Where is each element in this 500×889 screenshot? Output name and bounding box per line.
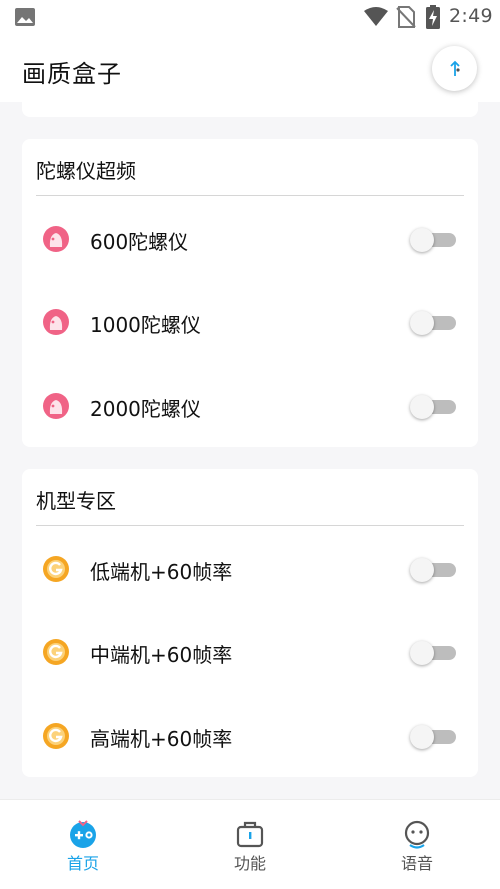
item-label: 2000陀螺仪 bbox=[90, 397, 201, 421]
item-label: 600陀螺仪 bbox=[90, 230, 189, 254]
battery-charging-icon bbox=[426, 5, 440, 33]
status-bar: 2:49 bbox=[0, 0, 500, 34]
orange-g-icon bbox=[42, 638, 70, 666]
toggle-switch[interactable] bbox=[410, 558, 456, 582]
item-label: 高端机+60帧率 bbox=[90, 727, 233, 751]
toggle-switch[interactable] bbox=[410, 228, 456, 252]
list-item: 1000陀螺仪 bbox=[22, 291, 478, 351]
nav-label: 功能 bbox=[233, 854, 266, 873]
toggle-thumb bbox=[410, 228, 434, 252]
orange-g-icon bbox=[42, 555, 70, 583]
list-item: 高端机+60帧率 bbox=[22, 705, 478, 765]
nav-functions[interactable]: 功能 bbox=[167, 800, 333, 889]
nav-label: 语音 bbox=[400, 854, 433, 873]
app-title: 画质盒子 bbox=[22, 60, 122, 88]
item-label: 中端机+60帧率 bbox=[90, 643, 233, 667]
toggle-switch[interactable] bbox=[410, 311, 456, 335]
item-label: 1000陀螺仪 bbox=[90, 313, 201, 337]
toggle-thumb bbox=[410, 725, 434, 749]
list-item: 2000陀螺仪 bbox=[22, 375, 478, 435]
section-title: 陀螺仪超频 bbox=[36, 159, 136, 183]
toggle-switch[interactable] bbox=[410, 641, 456, 665]
list-item: 600陀螺仪 bbox=[22, 208, 478, 268]
wifi-icon bbox=[364, 7, 388, 31]
toggle-thumb bbox=[410, 641, 434, 665]
toggle-thumb bbox=[410, 311, 434, 335]
toggle-switch[interactable] bbox=[410, 725, 456, 749]
section-title: 机型专区 bbox=[36, 489, 116, 513]
divider bbox=[36, 525, 464, 526]
list-item: 中端机+60帧率 bbox=[22, 621, 478, 681]
status-time: 2:49 bbox=[449, 5, 493, 27]
device-zone-card: 机型专区 低端机+60帧率 中端机+60帧率 高端机+60帧率 bbox=[22, 469, 478, 777]
bottom-nav: 首页 功能 语音 bbox=[0, 799, 500, 889]
app-header: 画质盒子 bbox=[0, 34, 500, 102]
divider bbox=[36, 195, 464, 196]
list-item: 低端机+60帧率 bbox=[22, 538, 478, 598]
no-sim-icon bbox=[396, 6, 416, 32]
nav-home[interactable]: 首页 bbox=[0, 800, 166, 889]
gamepad-icon bbox=[67, 819, 99, 849]
previous-card bbox=[22, 102, 478, 117]
nav-label: 首页 bbox=[66, 854, 99, 873]
pink-blob-icon bbox=[42, 308, 70, 336]
pink-blob-icon bbox=[42, 392, 70, 420]
nav-voice[interactable]: 语音 bbox=[334, 800, 500, 889]
compass-button[interactable] bbox=[432, 46, 477, 91]
toolbox-icon bbox=[234, 819, 266, 849]
face-icon bbox=[401, 819, 433, 849]
compass-icon bbox=[449, 60, 460, 76]
gyro-overclock-card: 陀螺仪超频 600陀螺仪 1000陀螺仪 2000陀螺仪 bbox=[22, 139, 478, 447]
item-label: 低端机+60帧率 bbox=[90, 560, 233, 584]
toggle-thumb bbox=[410, 558, 434, 582]
orange-g-icon bbox=[42, 722, 70, 750]
toggle-thumb bbox=[410, 395, 434, 419]
toggle-switch[interactable] bbox=[410, 395, 456, 419]
image-icon bbox=[14, 7, 36, 31]
pink-blob-icon bbox=[42, 225, 70, 253]
